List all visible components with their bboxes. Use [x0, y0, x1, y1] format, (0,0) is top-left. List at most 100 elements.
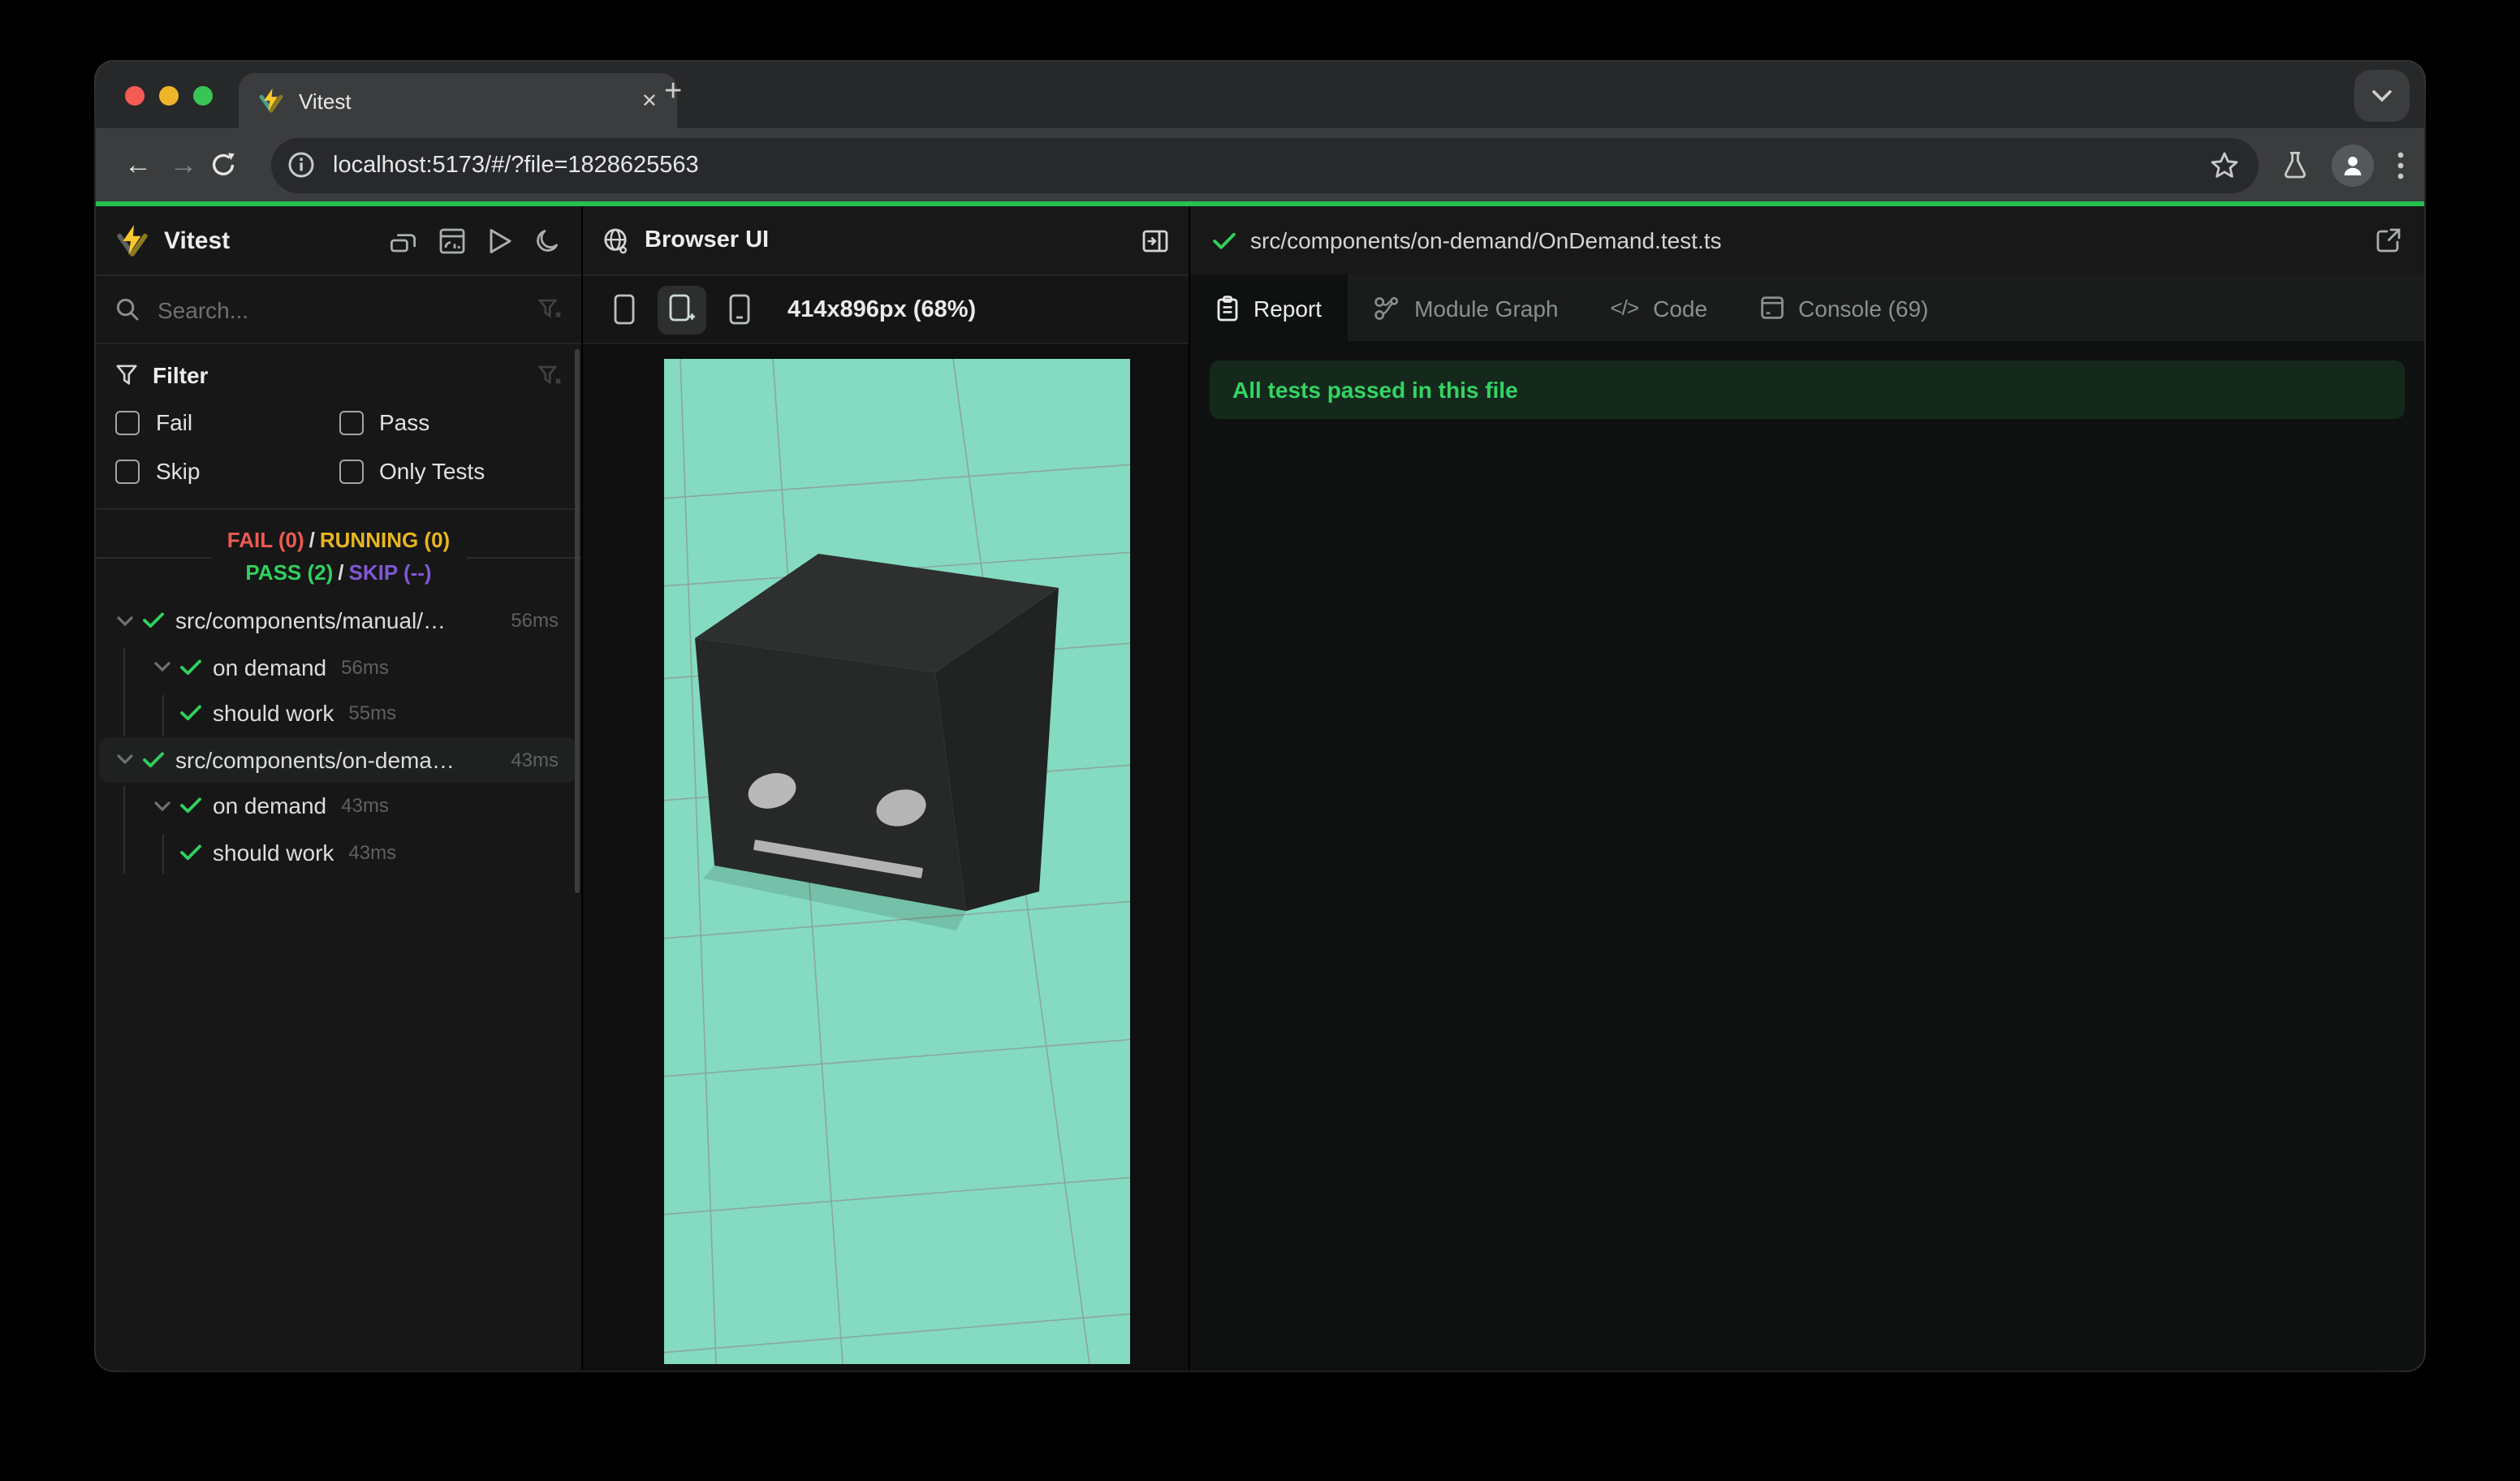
app-title: Vitest [164, 227, 231, 254]
tree-file-row-selected[interactable]: src/components/on-dema… 43ms [96, 736, 581, 783]
chevron-down-icon[interactable] [117, 754, 133, 766]
console-icon [1759, 296, 1784, 320]
browser-window: Vitest ✕ + ← → localhost:5173/#/?file=18… [96, 62, 2424, 1371]
pass-check-icon [1213, 231, 1236, 249]
tab-report[interactable]: Report [1190, 274, 1348, 341]
pass-check-icon [180, 706, 201, 722]
reload-button[interactable] [209, 151, 255, 179]
close-window-button[interactable] [125, 86, 145, 106]
browser-tab[interactable]: Vitest ✕ [239, 73, 677, 128]
clear-filters-icon [537, 363, 562, 387]
code-icon: </> [1610, 296, 1640, 320]
pass-check-icon [143, 613, 164, 629]
address-bar[interactable]: localhost:5173/#/?file=1828625563 [271, 137, 2259, 192]
traffic-lights [125, 86, 213, 106]
checkbox-icon[interactable] [115, 459, 140, 483]
filter-checkbox-pass[interactable]: Pass [339, 409, 562, 435]
browser-preview-panel: Browser UI 414x896px (68%) [583, 206, 1190, 1371]
duration-label: 56ms [341, 655, 389, 679]
maximize-window-button[interactable] [193, 86, 213, 106]
filter-checkbox-fail[interactable]: Fail [115, 409, 339, 435]
module-graph-icon [1374, 295, 1400, 321]
open-external-icon[interactable] [2375, 227, 2401, 253]
chevron-down-icon[interactable] [154, 662, 170, 673]
test-status-summary: FAIL (0) / RUNNING (0) PASS (2) / SKIP (--) [96, 525, 581, 589]
chevron-down-icon[interactable] [117, 615, 133, 627]
checkbox-icon[interactable] [339, 410, 363, 434]
clipboard-icon [1216, 295, 1239, 321]
report-file-header: src/components/on-demand/OnDemand.test.t… [1190, 206, 2424, 274]
search-input[interactable] [154, 295, 537, 324]
tab-strip: Vitest ✕ + [96, 62, 2424, 128]
tree-test-row[interactable]: should work 43ms [96, 829, 581, 875]
globe-icon [602, 227, 630, 254]
close-tab-icon[interactable]: ✕ [641, 89, 658, 112]
test-file-label: src/components/on-dema… [175, 746, 455, 773]
tree-suite-row[interactable]: on demand 43ms [96, 783, 581, 829]
pass-check-icon [143, 752, 164, 768]
tab-console[interactable]: Console (69) [1733, 274, 1954, 341]
experiments-flask-icon[interactable] [2281, 151, 2309, 179]
filter-checkbox-skip[interactable]: Skip [115, 458, 339, 484]
browser-toolbar: ← → localhost:5173/#/?file=1828625563 [96, 128, 2424, 201]
filter-checkbox-only-tests[interactable]: Only Tests [339, 458, 562, 484]
duration-label: 56ms [511, 609, 559, 633]
toolbar-right [2281, 144, 2405, 186]
minimize-window-button[interactable] [159, 86, 179, 106]
tab-label: Console (69) [1798, 295, 1929, 321]
duration-label: 43ms [348, 840, 397, 864]
vitest-logo [115, 223, 149, 257]
tree-test-row[interactable]: should work 55ms [96, 690, 581, 736]
robot-cube [695, 554, 1059, 911]
tab-label: Report [1254, 295, 1323, 321]
tab-code[interactable]: </> Code [1585, 274, 1734, 341]
filter-title: Filter [153, 362, 209, 388]
device-toolbar: 414x896px (68%) [583, 276, 1189, 344]
chevron-down-icon[interactable] [154, 801, 170, 812]
test-tree: src/components/manual/… 56ms on demand 5… [96, 598, 581, 875]
checkbox-icon[interactable] [339, 459, 363, 483]
vitest-favicon [258, 88, 284, 114]
checkbox-icon[interactable] [115, 410, 140, 434]
device-phone-icon[interactable] [599, 285, 648, 334]
fail-count: FAIL (0) [227, 528, 304, 552]
tree-file-row[interactable]: src/components/manual/… 56ms [96, 598, 581, 644]
test-label: should work [213, 700, 334, 727]
browser-preview-viewport[interactable] [664, 359, 1130, 1364]
dashboard-icon[interactable] [438, 227, 466, 254]
search-row [96, 274, 581, 344]
new-tab-button[interactable]: + [664, 75, 682, 110]
running-count: RUNNING (0) [319, 528, 451, 552]
tab-label: Module Graph [1414, 295, 1559, 321]
pass-check-icon [180, 659, 201, 676]
tree-suite-row[interactable]: on demand 56ms [96, 644, 581, 690]
pass-check-icon [180, 844, 201, 861]
filter-funnel-icon [115, 364, 138, 386]
tab-title: Vitest [299, 89, 352, 113]
bookmark-star-icon[interactable] [2210, 150, 2239, 179]
dock-panel-icon[interactable] [1141, 227, 1169, 254]
back-button[interactable]: ← [115, 149, 161, 181]
zoom-out-device-icon[interactable] [716, 285, 765, 334]
site-info-icon[interactable] [279, 144, 321, 186]
sidebar-scrollbar[interactable] [575, 349, 580, 893]
clear-search-filter-icon [537, 297, 562, 322]
collapse-tests-icon[interactable] [390, 227, 417, 254]
tab-module-graph[interactable]: Module Graph [1348, 274, 1584, 341]
tab-search-button[interactable] [2354, 70, 2410, 122]
dark-mode-moon-icon[interactable] [534, 227, 562, 254]
report-content: All tests passed in this file [1190, 341, 2424, 1371]
duration-label: 43ms [341, 794, 389, 818]
pass-check-icon [180, 798, 201, 814]
report-tab-bar: Report Module Graph </> Code Console (69… [1190, 274, 2424, 341]
run-all-tests-icon[interactable] [487, 227, 513, 254]
report-file-path: src/components/on-demand/OnDemand.test.t… [1250, 227, 1722, 253]
browser-menu-kebab-icon[interactable] [2397, 150, 2405, 179]
all-tests-passed-banner: All tests passed in this file [1210, 361, 2405, 419]
profile-avatar[interactable] [2332, 144, 2374, 186]
suite-label: on demand [213, 792, 327, 819]
duration-label: 43ms [511, 748, 559, 771]
suite-label: on demand [213, 654, 327, 680]
report-panel: src/components/on-demand/OnDemand.test.t… [1190, 206, 2424, 1371]
zoom-in-device-icon[interactable] [658, 285, 706, 334]
